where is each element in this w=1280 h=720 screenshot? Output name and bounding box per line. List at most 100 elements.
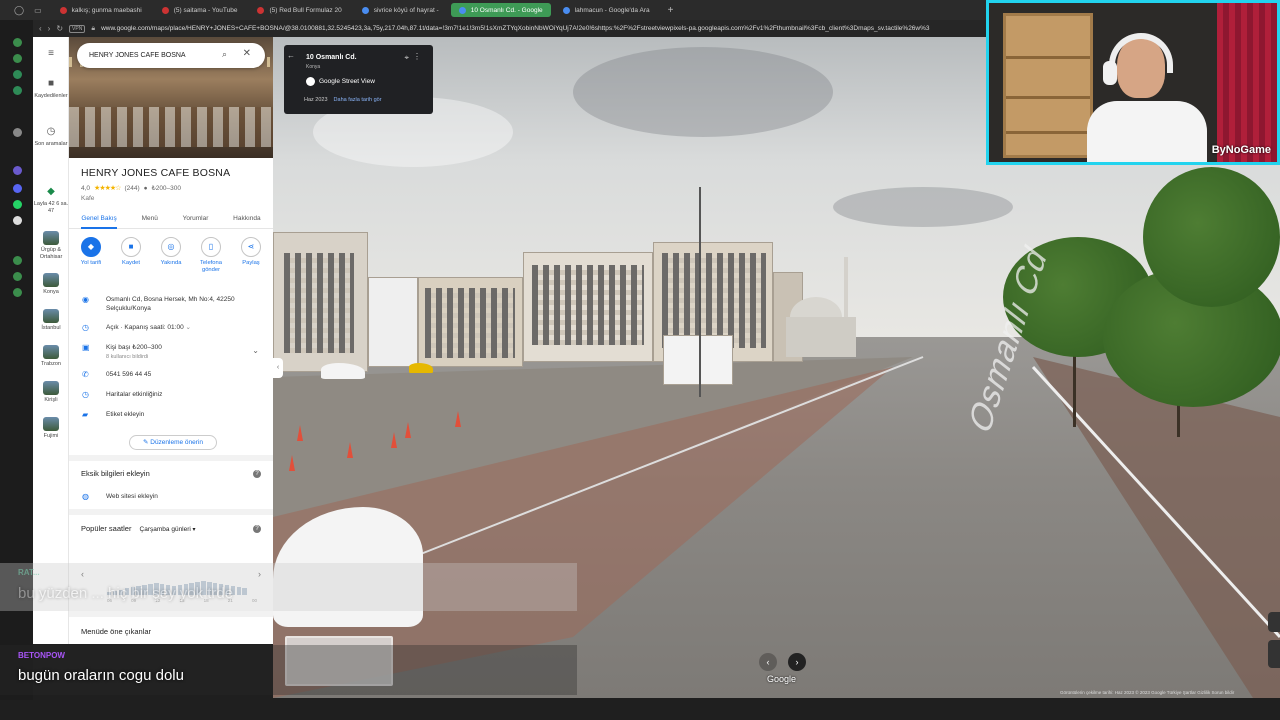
share-icon: ⋖ [241,237,261,257]
next-arrow-icon[interactable]: › [788,653,806,671]
building [418,277,523,367]
tab-4-active[interactable]: 10 Osmanlı Cd. - Google [450,3,551,17]
spotify-icon[interactable] [13,70,22,79]
bookmark-icon: ■ [47,78,55,89]
help-icon[interactable]: ? [253,525,261,533]
x-icon[interactable] [13,216,22,225]
download-icon[interactable] [13,272,22,281]
nav-recent-place-0[interactable]: ◆ Layla 42 6 sa. 47 [33,185,69,214]
nav-recent[interactable]: ◷ Son aramalar [33,125,69,148]
directions-button[interactable]: ◆ Yol tarifi [73,237,109,274]
tab-2[interactable]: (5) Red Bull Formulaz 20 [249,3,349,17]
vpn-badge[interactable]: VPN [69,24,86,33]
building [368,277,418,367]
tabs-icon[interactable]: ▭ [34,6,42,15]
building [523,252,653,362]
new-tab-button[interactable]: + [662,5,680,16]
opera-logo-icon[interactable]: ◯ [14,5,24,16]
tab-0[interactable]: kalkış; gunma maebashi [52,3,150,17]
chevron-down-icon: ⌄ [185,324,191,331]
whatsapp-icon[interactable] [13,86,22,95]
close-icon[interactable]: ✕ [243,48,251,59]
back-icon[interactable]: ‹ [39,24,42,33]
more-dates-link[interactable]: Daha fazla tarih gör [334,97,382,103]
tab-1[interactable]: (5) saitama - YouTube [154,3,246,17]
nav-recent-place-1[interactable]: Ürgüp & Ortahisar [33,231,69,260]
traffic-bollard [289,455,295,471]
discord-icon[interactable] [13,184,22,193]
nav-recent-place-5[interactable]: Kirişli [33,381,69,404]
prev-arrow-icon[interactable]: ‹ [759,653,777,671]
compass-icon[interactable] [1268,612,1280,632]
pin-icon: ◆ [47,186,55,197]
share-button[interactable]: ⋖ Paylaş [233,237,269,274]
photo-tables [69,107,273,147]
whatsapp-icon[interactable] [13,200,22,209]
review-count[interactable]: (244) [124,185,139,192]
search-box[interactable]: HENRY JONES CAFE BOSNA ⌕ ✕ [77,43,265,68]
send-to-phone-button[interactable]: ▯ Telefona gönder [193,237,229,274]
nav-recent-place-6[interactable]: Fujimi [33,417,69,440]
phone-row[interactable]: ✆ 0541 596 44 45 [69,370,273,379]
day-select[interactable]: Çarşamba günleri [140,526,191,533]
price-row[interactable]: ▣ Kişi başı ₺200–300 8 kullanıcı bildirdi ⌄ [69,343,273,362]
zoom-control[interactable] [1268,640,1280,668]
tab-menu[interactable]: Menü [142,209,158,228]
tab-3[interactable]: sivrice köyü of hayrat - [354,3,447,17]
place-type[interactable]: Kafe [81,195,94,202]
globe-icon: ◍ [82,492,89,501]
location-pin-icon[interactable]: ⌖ [404,53,409,63]
traffic-bollard [391,432,397,448]
back-arrow-icon[interactable]: ← [287,51,295,60]
webcam-overlay: ByNoGame [986,0,1280,165]
tab-about[interactable]: Hakkında [233,209,260,228]
chevron-down-icon[interactable]: ⌄ [252,345,259,356]
windows [662,253,766,348]
traffic-bollard [455,411,461,427]
nav-recent-place-2[interactable]: Konya [33,273,69,296]
street-name: 10 Osmanlı Cd. [306,54,357,61]
maps-nav: ≡ ■ Kaydedilenler ◷ Son aramalar ◆ Layla 42… [33,37,69,644]
activity-row[interactable]: ◷ Haritalar etkinliğiniz [69,390,273,399]
traffic-bollard [347,442,353,458]
search-input[interactable]: HENRY JONES CAFE BOSNA [89,52,186,59]
place-title: HENRY JONES CAFE BOSNA [81,167,231,179]
address-row[interactable]: ◉ Osmanlı Cd, Bosna Hersek, Mh No:4, 4225… [69,295,273,313]
nav-recent-place-4[interactable]: Trabzon [33,345,69,368]
maps-icon [458,6,466,14]
tab-5[interactable]: lahmacun - Google'da Ara [555,3,658,17]
refresh-icon[interactable] [13,38,22,47]
tab-overview[interactable]: Genel Bakış [81,209,118,229]
collapse-panel-button[interactable]: ‹ [273,358,283,378]
nearby-button[interactable]: ◎ Yakında [153,237,189,274]
nav-saved[interactable]: ■ Kaydedilenler [33,77,69,100]
bookshelf [1003,13,1093,158]
instagram-icon[interactable] [13,166,22,175]
forward-icon[interactable]: › [48,24,51,33]
tab-reviews[interactable]: Yorumlar [183,209,209,228]
suggest-edit-button[interactable]: ✎ Düzenleme önerin [129,435,217,450]
settings-icon[interactable] [13,288,22,297]
shelf-board [1006,56,1090,59]
place-thumb [43,417,59,431]
menu-button[interactable]: ≡ [33,47,69,63]
history-icon[interactable] [13,256,22,265]
divider [69,611,273,617]
hours-row[interactable]: ◷ Açık · Kapanış saati: 01:00 ⌄ [69,323,273,332]
twitch-icon[interactable] [13,128,22,137]
messenger-icon[interactable] [13,54,22,63]
save-button[interactable]: ■ Kaydet [113,237,149,274]
website-row[interactable]: ◍ Web sitesi ekleyin [69,492,273,501]
windows [532,265,644,345]
reload-icon[interactable]: ↻ [56,24,63,33]
youtube-icon [257,6,265,14]
chat-message: bu yüzden ... hiç bir şey yok trde [18,585,234,602]
url-input[interactable]: www.google.com/maps/place/HENRY+JONES+CA… [101,25,1001,32]
more-options-icon[interactable]: ⋮ [413,52,421,61]
search-icon[interactable]: ⌕ [222,49,227,60]
menu-highlights-title: Menüde öne çıkanlar [81,627,152,636]
chat-message: bugün oraların cogu dolu [18,667,184,684]
help-icon[interactable]: ? [253,470,261,478]
nav-recent-place-3[interactable]: İstanbul [33,309,69,332]
label-row[interactable]: ▰ Etiket ekleyin [69,410,273,419]
